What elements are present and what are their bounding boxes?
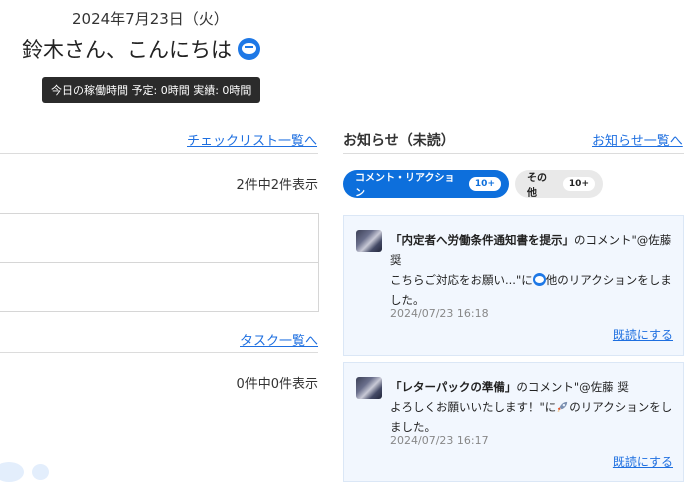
mark-read-link[interactable]: 既読にする — [613, 453, 673, 470]
avatar — [356, 230, 382, 252]
tab-badge: 10+ — [468, 177, 501, 191]
notification-timestamp: 2024/07/23 16:18 — [390, 307, 489, 320]
tab-label: その他 — [527, 173, 547, 199]
notification-title: 「レターパックの準備」 — [390, 380, 517, 394]
tab-other[interactable]: その他 10+ — [515, 170, 603, 199]
notification-card[interactable]: 「内定者へ労働条件通知書を提示」のコメント"@佐藤 奨 こちらご対応をお願い..… — [343, 215, 684, 356]
task-list-link[interactable]: タスク一覧へ — [240, 330, 318, 349]
checklist-row-divider — [0, 262, 318, 263]
decorative-shape — [0, 462, 24, 482]
notification-comment: のコメント"@佐藤 奨 — [516, 380, 629, 394]
notification-text: 「内定者へ労働条件通知書を提示」のコメント"@佐藤 奨 こちらご対応をお願い..… — [390, 230, 675, 310]
greeting-text: 鈴木さん、こんにちは — [22, 38, 232, 62]
notification-snippet: こちらご対応をお願い..."に — [390, 273, 533, 287]
notification-text: 「レターパックの準備」のコメント"@佐藤 奨 よろしくお願いいたします！"に のリ… — [390, 377, 675, 437]
tab-badge: 10+ — [562, 177, 595, 191]
decorative-shape — [32, 464, 49, 480]
divider — [343, 153, 684, 154]
divider — [0, 352, 318, 353]
greeting-heading: 鈴木さん、こんにちは — [22, 34, 260, 64]
checklist-count: 2件中2件表示 — [236, 178, 318, 193]
current-date: 2024年7月23日（火） — [72, 10, 229, 28]
rocket-icon — [557, 401, 568, 412]
avatar — [356, 377, 382, 399]
tab-comments-reactions[interactable]: コメント・リアクション 10+ — [343, 170, 509, 199]
tab-label: コメント・リアクション — [355, 173, 455, 199]
work-hours-tooltip: 今日の稼働時間 予定: 0時間 実績: 0時間 — [42, 77, 261, 103]
notifications-title: お知らせ（未読） — [343, 133, 455, 149]
divider — [0, 153, 318, 154]
notification-title: 「内定者へ労働条件通知書を提示」 — [390, 233, 574, 247]
notification-timestamp: 2024/07/23 16:17 — [390, 434, 489, 447]
notifications-list-link[interactable]: お知らせ一覧へ — [592, 130, 683, 149]
notification-snippet: よろしくお願いいたします！"に — [390, 400, 557, 414]
checklist-list-link[interactable]: チェックリスト一覧へ — [187, 130, 317, 149]
daruma-icon — [238, 38, 260, 60]
mark-read-link[interactable]: 既読にする — [613, 326, 673, 343]
task-count: 0件中0件表示 — [236, 377, 318, 392]
notification-card[interactable]: 「レターパックの準備」のコメント"@佐藤 奨 よろしくお願いいたします！"に のリ… — [343, 362, 684, 482]
daruma-icon — [532, 273, 546, 286]
checklist-box — [0, 213, 319, 312]
